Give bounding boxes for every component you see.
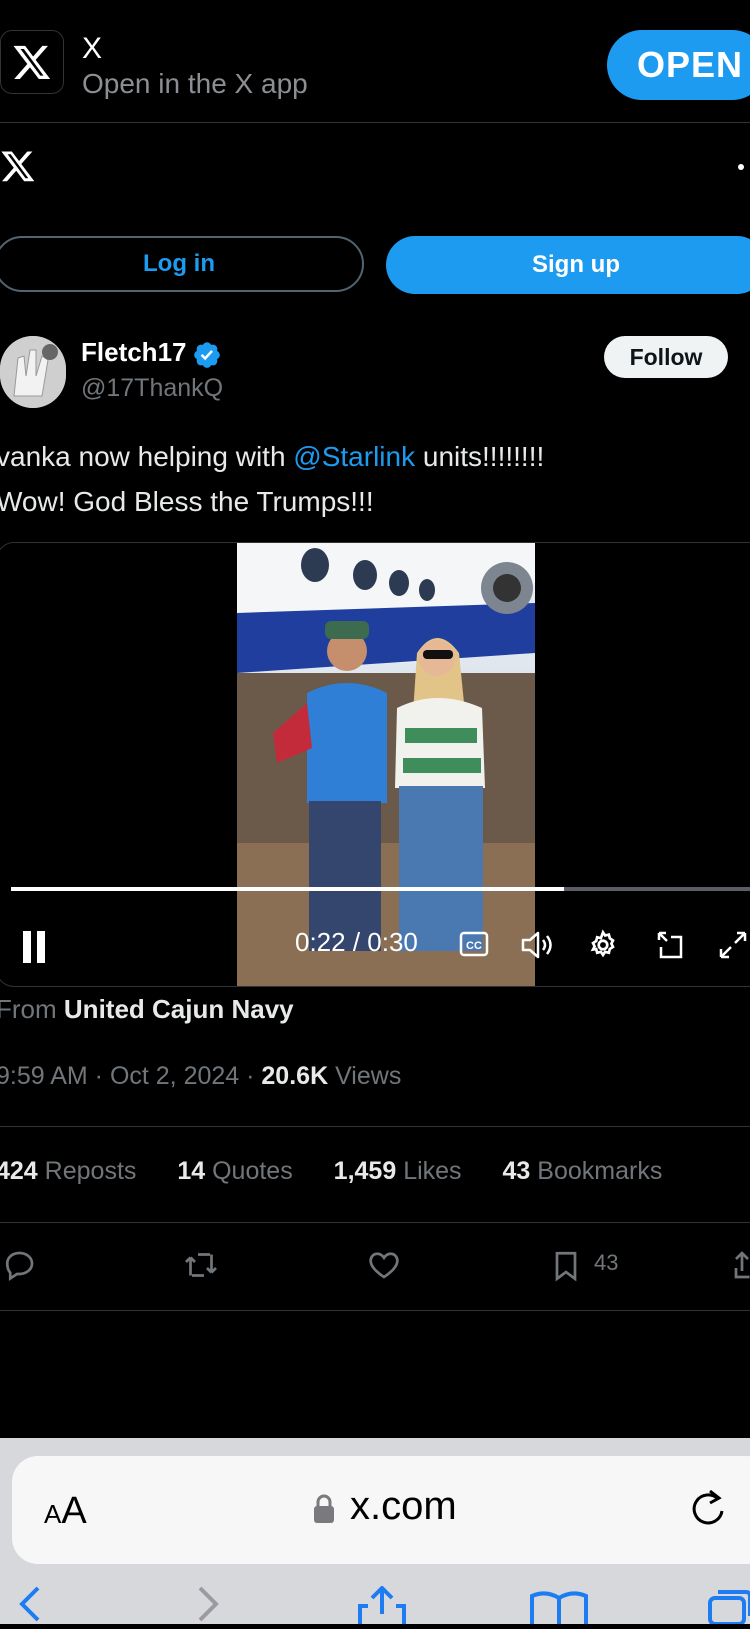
stat-label: Bookmarks: [537, 1157, 663, 1185]
captions-icon[interactable]: CC: [459, 929, 489, 964]
share-icon[interactable]: [732, 1247, 750, 1288]
video-progress-bar[interactable]: [11, 887, 750, 891]
mention-link[interactable]: @Starlink: [293, 441, 415, 472]
post-meta: 9:59 AM · Oct 2, 2024 · 20.6K Views: [0, 1062, 401, 1091]
share-sheet-icon[interactable]: [356, 1585, 408, 1629]
stat-label: Likes: [403, 1157, 462, 1185]
aa-large: A: [61, 1490, 87, 1532]
more-menu-icon[interactable]: [738, 164, 744, 170]
post-text-part: vanka now helping with: [0, 441, 294, 472]
pause-icon[interactable]: [21, 929, 49, 970]
stat-count: 43: [502, 1157, 531, 1185]
reader-text-size-button[interactable]: AA: [44, 1490, 87, 1533]
avatar[interactable]: [0, 336, 66, 408]
bookmark-icon[interactable]: [548, 1247, 584, 1290]
engagement-stats: 424 Reposts 14 Quotes 1,459 Likes 43 Boo…: [0, 1157, 696, 1186]
open-app-button[interactable]: OPEN: [607, 30, 750, 100]
divider: [0, 1222, 750, 1223]
reposts-stat[interactable]: 424 Reposts: [0, 1157, 136, 1185]
video-player[interactable]: 0:22 / 0:30 CC: [0, 542, 750, 987]
quotes-stat[interactable]: 14 Quotes: [177, 1157, 292, 1185]
lock-icon: [312, 1493, 336, 1530]
x-logo-icon[interactable]: [0, 148, 36, 189]
login-button[interactable]: Log in: [0, 236, 364, 292]
stat-label: Reposts: [44, 1157, 137, 1185]
views-label: Views: [335, 1062, 402, 1090]
settings-gear-icon[interactable]: [587, 929, 619, 966]
verified-badge-icon: [192, 340, 222, 375]
aa-small: A: [44, 1499, 62, 1529]
tabs-icon[interactable]: [706, 1588, 750, 1629]
video-frame: [237, 543, 535, 986]
signup-button[interactable]: Sign up: [386, 236, 750, 294]
post-timestamp[interactable]: 9:59 AM · Oct 2, 2024 ·: [0, 1062, 261, 1090]
svg-text:CC: CC: [466, 940, 482, 952]
back-chevron-icon[interactable]: [12, 1582, 42, 1629]
post-source: From United Cajun Navy: [0, 994, 294, 1025]
reply-icon[interactable]: [2, 1247, 38, 1288]
repost-icon[interactable]: [182, 1247, 220, 1288]
likes-stat[interactable]: 1,459 Likes: [334, 1157, 462, 1185]
reload-icon[interactable]: [688, 1485, 728, 1534]
stat-count: 14: [177, 1157, 206, 1185]
picture-in-picture-icon[interactable]: [653, 929, 685, 966]
x-app-icon: [0, 30, 64, 94]
source-link[interactable]: United Cajun Navy: [64, 994, 294, 1024]
follow-button[interactable]: Follow: [604, 336, 728, 378]
banner-subtitle: Open in the X app: [82, 68, 308, 99]
stat-label: Quotes: [212, 1157, 293, 1185]
post-text-line: Wow! God Bless the Trumps!!!: [0, 486, 374, 517]
bookmarks-book-icon[interactable]: [528, 1590, 590, 1629]
source-prefix: From: [0, 994, 57, 1024]
stat-count: 1,459: [333, 1157, 397, 1185]
fullscreen-icon[interactable]: [717, 929, 749, 966]
divider: [0, 1310, 750, 1311]
like-heart-icon[interactable]: [366, 1247, 402, 1288]
views-count: 20.6K: [261, 1062, 329, 1090]
author-name[interactable]: Fletch17: [81, 337, 187, 368]
url-text[interactable]: x.com: [350, 1484, 457, 1529]
banner-app-name: X: [82, 32, 103, 65]
forward-chevron-icon[interactable]: [196, 1582, 226, 1629]
divider: [0, 1126, 750, 1127]
author-handle[interactable]: @17ThankQ: [81, 374, 223, 403]
video-progress-fill: [11, 887, 564, 891]
post-text-part: units!!!!!!!!: [415, 441, 545, 472]
bookmark-count: 43: [594, 1250, 619, 1275]
bookmarks-stat[interactable]: 43 Bookmarks: [503, 1157, 663, 1185]
stat-count: 424: [0, 1157, 38, 1185]
volume-icon[interactable]: [520, 929, 556, 966]
video-time: 0:22 / 0:30: [295, 927, 418, 957]
post-text: vanka now helping with @Starlink units!!…: [0, 434, 750, 524]
